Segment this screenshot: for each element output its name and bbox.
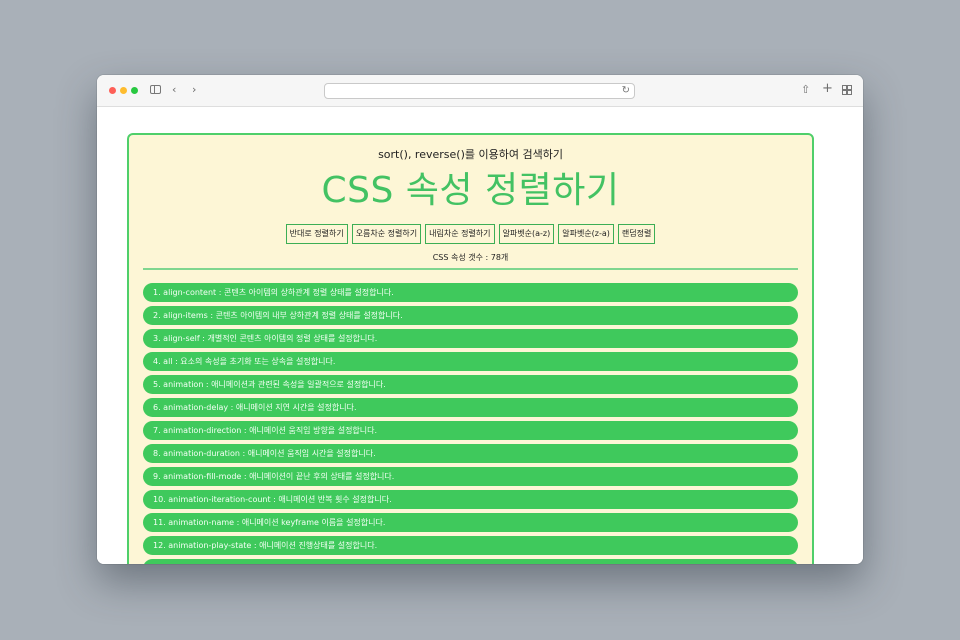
share-icon[interactable]: ⇧ — [801, 84, 810, 96]
list-item: 12. animation-play-state : 애니메이션 진행상태를 설… — [143, 536, 798, 555]
list-item: 2. align-items : 콘텐츠 아이템의 내부 상하관계 정렬 상태를… — [143, 306, 798, 325]
back-icon[interactable]: ‹ — [172, 84, 176, 96]
list-item: 1. align-content : 콘텐츠 아이템의 상하관계 정렬 상태를 … — [143, 283, 798, 302]
page-subtitle: sort(), reverse()를 이용하여 검색하기 — [378, 148, 563, 161]
tab-overview-icon[interactable] — [842, 85, 852, 95]
list-item: 4. all : 요소의 속성을 초기화 또는 상속을 설정합니다. — [143, 352, 798, 371]
page-content: sort(), reverse()를 이용하여 검색하기 CSS 속성 정렬하기… — [97, 107, 863, 564]
list-item: 5. animation : 애니메이션과 관련된 속성을 일괄적으로 설정합니… — [143, 375, 798, 394]
divider — [143, 268, 798, 270]
reload-icon[interactable]: ↻ — [622, 85, 630, 97]
css-property-list: 1. align-content : 콘텐츠 아이템의 상하관계 정렬 상태를 … — [143, 283, 798, 564]
sort-panel: sort(), reverse()를 이용하여 검색하기 CSS 속성 정렬하기… — [127, 133, 814, 564]
browser-window: ‹ › ↻ ⇧ + sort(), reverse()를 이용하여 검색하기 C… — [97, 75, 863, 564]
ascending-sort-button[interactable]: 오름차순 정렬하기 — [351, 224, 422, 244]
page-title: CSS 속성 정렬하기 — [321, 170, 620, 211]
address-bar[interactable]: ↻ — [324, 83, 635, 99]
list-item: 9. animation-fill-mode : 애니메이션이 끝난 후의 상태… — [143, 467, 798, 486]
new-tab-icon[interactable]: + — [822, 82, 833, 95]
zoom-window-button[interactable] — [131, 87, 138, 94]
list-item: 10. animation-iteration-count : 애니메이션 반복… — [143, 490, 798, 509]
close-window-button[interactable] — [109, 87, 116, 94]
sidebar-toggle-icon[interactable] — [150, 85, 161, 94]
minimize-window-button[interactable] — [120, 87, 127, 94]
alphabetical-az-button[interactable]: 알파벳순(a-z) — [498, 224, 555, 244]
list-item: 8. animation-duration : 애니메이션 움직임 시간을 설정… — [143, 444, 798, 463]
browser-toolbar: ‹ › ↻ ⇧ + — [97, 75, 863, 107]
property-count: CSS 속성 갯수 : 78개 — [432, 253, 509, 262]
list-item — [143, 559, 798, 564]
reverse-sort-button[interactable]: 반대로 정렬하기 — [285, 224, 348, 244]
list-item: 6. animation-delay : 애니메이션 지연 시간을 설정합니다. — [143, 398, 798, 417]
descending-sort-button[interactable]: 내림차순 정렬하기 — [425, 224, 495, 244]
list-item: 7. animation-direction : 애니메이션 움직임 방향을 설… — [143, 421, 798, 440]
list-item: 11. animation-name : 애니메이션 keyframe 이름을 … — [143, 513, 798, 532]
random-sort-button[interactable]: 랜덤정렬 — [617, 224, 656, 244]
alphabetical-za-button[interactable]: 알파벳순(z-a) — [558, 224, 614, 244]
list-item: 3. align-self : 개별적인 콘텐츠 아이템의 정렬 상태를 설정합… — [143, 329, 798, 348]
forward-icon[interactable]: › — [192, 84, 196, 96]
sort-button-group: 반대로 정렬하기 오름차순 정렬하기 내림차순 정렬하기 알파벳순(a-z) 알… — [129, 224, 812, 244]
